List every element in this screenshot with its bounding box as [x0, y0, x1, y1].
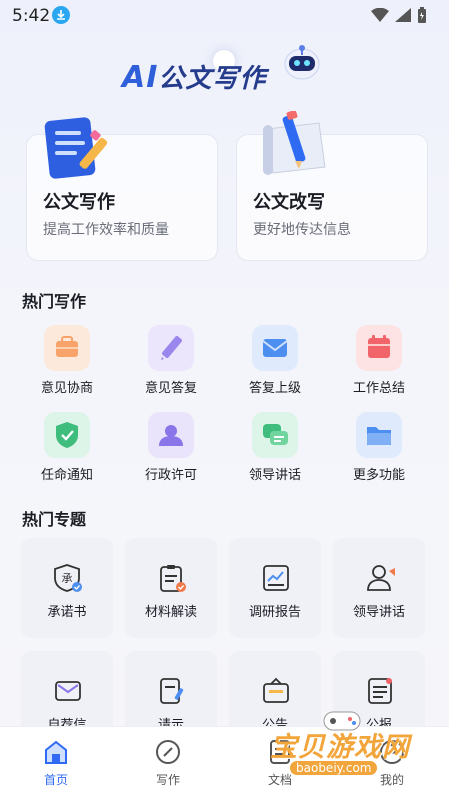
grid-label: 领导讲话 — [248, 468, 301, 483]
card-official-writing[interactable]: 公文写作 提高工作效率和质量 — [26, 117, 218, 261]
grid-label: 意见协商 — [40, 381, 93, 396]
topic-label: 承诺书 — [47, 605, 87, 620]
commitment-glyph: 承 — [62, 572, 73, 585]
topic-label: 材料解读 — [144, 605, 197, 620]
speaker-person-icon — [367, 565, 395, 591]
grid-item-leader-speech[interactable]: 领导讲话 — [225, 412, 325, 483]
folder-icon — [356, 412, 402, 458]
calendar-icon — [356, 325, 402, 371]
status-bar: 5:42 — [0, 0, 449, 32]
nav-write[interactable]: 写作 — [123, 737, 213, 795]
home-icon — [45, 740, 67, 764]
card-title: 公文写作 — [43, 192, 115, 213]
app-title-cn: 公文写作 — [158, 64, 267, 94]
chat-icon — [252, 412, 298, 458]
robot-icon — [284, 45, 320, 80]
clipboard-check-icon — [160, 565, 186, 592]
section-title-hot-topics: 热门专题 — [22, 510, 87, 529]
status-icons — [371, 7, 427, 23]
grid-label: 答复上级 — [248, 381, 301, 396]
nav-home[interactable]: 首页 — [11, 737, 101, 795]
grid-item-reply-superior[interactable]: 答复上级 — [225, 325, 325, 396]
nav-label: 写作 — [155, 773, 180, 787]
bulletin-icon — [368, 678, 392, 704]
app-title: AI公文写作 — [122, 58, 266, 95]
card-official-rewrite[interactable]: 公文改写 更好地传达信息 — [236, 111, 428, 261]
commitment-badge-icon: 承 — [54, 564, 82, 592]
pencil-icon — [148, 325, 194, 371]
status-time: 5:42 — [12, 6, 51, 26]
grid-item-appointment-notice[interactable]: 任命通知 — [17, 412, 117, 483]
watermark-text: 宝贝游戏网 — [270, 732, 410, 763]
mail-icon — [252, 325, 298, 371]
nav-label: 首页 — [43, 773, 68, 787]
topic-research-report[interactable]: 调研报告 — [229, 538, 321, 638]
grid-label: 工作总结 — [352, 381, 405, 396]
card-subtitle: 更好地传达信息 — [253, 222, 351, 238]
grid-item-opinion-reply[interactable]: 意见答复 — [121, 325, 221, 396]
wifi-icon — [371, 8, 389, 22]
document-edit-icon — [160, 678, 184, 704]
grid-label: 更多功能 — [352, 468, 405, 483]
chart-report-icon — [263, 565, 289, 591]
grid-item-more-features[interactable]: 更多功能 — [329, 412, 429, 483]
shield-check-icon — [44, 412, 90, 458]
grid-label: 任命通知 — [40, 468, 93, 483]
document-pencil-icon — [44, 117, 108, 179]
grid-item-opinion-consult[interactable]: 意见协商 — [17, 325, 117, 396]
watermark-url: baobeiy.com — [290, 761, 378, 775]
section-title-hot-writing: 热门写作 — [22, 292, 87, 311]
grid-item-admin-permit[interactable]: 行政许可 — [121, 412, 221, 483]
card-title: 公文改写 — [253, 192, 325, 213]
topic-commitment-letter[interactable]: 承 承诺书 — [21, 538, 113, 638]
topic-material-reading[interactable]: 材料解读 — [125, 538, 217, 638]
write-icon — [156, 740, 180, 764]
topic-label: 调研报告 — [248, 605, 301, 620]
card-subtitle: 提高工作效率和质量 — [43, 222, 169, 238]
notice-board-icon — [263, 677, 289, 703]
download-icon — [52, 6, 70, 24]
topic-leader-speech[interactable]: 领导讲话 — [333, 538, 425, 638]
app-title-latin: AI — [122, 60, 159, 95]
grid-item-work-summary[interactable]: 工作总结 — [329, 325, 429, 396]
grid-label: 行政许可 — [144, 468, 197, 483]
topic-label: 领导讲话 — [352, 605, 405, 620]
scroll-pencil-icon — [263, 111, 326, 175]
grid-label: 意见答复 — [144, 381, 197, 396]
envelope-icon — [55, 681, 81, 701]
person-icon — [148, 412, 194, 458]
signal-icon — [395, 8, 411, 22]
briefcase-icon — [44, 325, 90, 371]
battery-icon — [418, 7, 426, 23]
